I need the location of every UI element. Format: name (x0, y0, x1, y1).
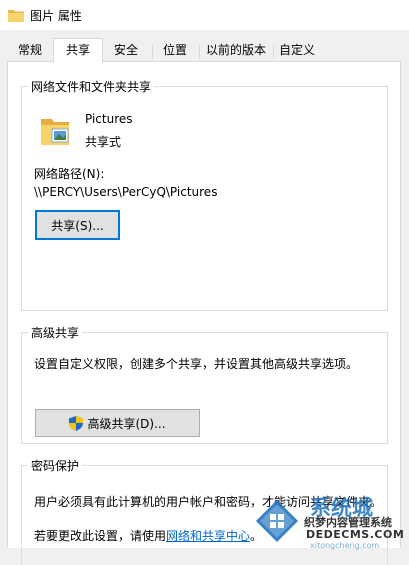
group-title: 密码保护 (28, 457, 83, 474)
tab-sharing[interactable]: 共享 (53, 38, 103, 63)
advanced-sharing-group: 高级共享 设置自定义权限，创建多个共享，并设置其他高级共享选项。 高级共享(D)… (21, 324, 388, 444)
tab-strip: 常规 共享 安全 位置 以前的版本 自定义 (0, 38, 409, 63)
network-sharing-center-link[interactable]: 网络和共享中心 (166, 529, 250, 543)
network-path-label: 网络路径(N): (34, 167, 105, 181)
group-title: 高级共享 (28, 324, 83, 341)
sharing-panel: 网络文件和文件夹共享 Pictures 共享式 网络路径(N): \\PERCY… (7, 61, 401, 565)
shared-folder-icon (41, 119, 69, 145)
group-title: 网络文件和文件夹共享 (28, 78, 155, 95)
folder-icon (8, 10, 24, 22)
share-button[interactable]: 共享(S)... (35, 210, 120, 240)
window-title: 图片 属性 (30, 9, 82, 23)
tab-previous-versions[interactable]: 以前的版本 (200, 40, 272, 60)
title-bar: 图片 属性 (0, 0, 409, 30)
uac-shield-icon (69, 415, 84, 431)
password-protection-group: 密码保护 用户必须具有此计算机的用户帐户和密码，才能访问共享文件夹。 若要更改此… (21, 457, 388, 565)
advanced-sharing-button[interactable]: 高级共享(D)... (35, 409, 200, 437)
network-sharing-group: 网络文件和文件夹共享 Pictures 共享式 网络路径(N): \\PERCY… (21, 78, 388, 311)
advanced-sharing-button-label: 高级共享(D)... (87, 416, 166, 431)
password-protection-description: 用户必须具有此计算机的用户帐户和密码，才能访问共享文件夹。 (34, 495, 383, 509)
network-path-value: \\PERCY\Users\PerCyQ\Pictures (34, 185, 218, 199)
tab-security[interactable]: 安全 (102, 40, 150, 60)
folder-name: Pictures (85, 112, 133, 126)
share-status: 共享式 (85, 135, 122, 149)
tab-customize[interactable]: 自定义 (274, 40, 320, 60)
tab-general[interactable]: 常规 (8, 40, 52, 60)
advanced-sharing-description: 设置自定义权限，创建多个共享，并设置其他高级共享选项。 (34, 357, 359, 371)
tab-location[interactable]: 位置 (153, 40, 197, 60)
change-setting-text: 若要更改此设置，请使用网络和共享中心。 (34, 529, 263, 543)
